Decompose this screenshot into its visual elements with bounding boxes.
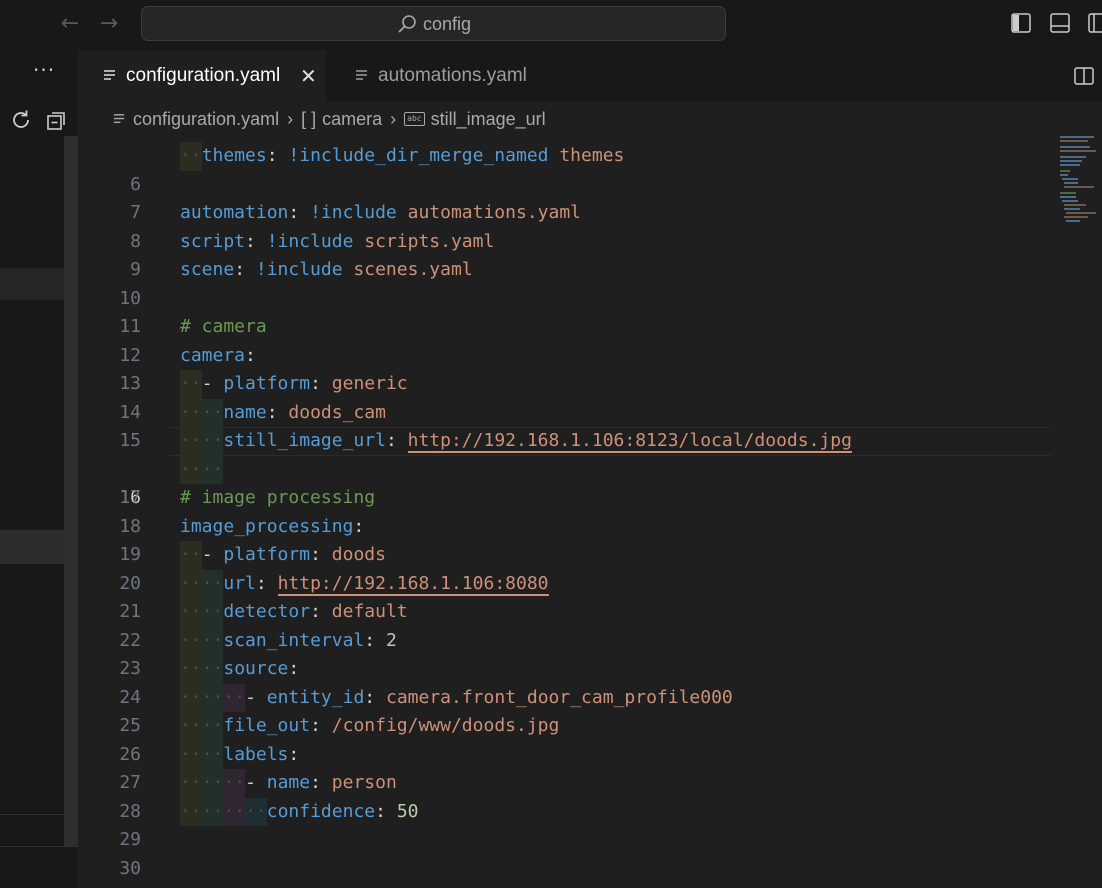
code-line[interactable]: 12 # camera xyxy=(78,313,1102,366)
array-icon: [ ] xyxy=(301,108,317,129)
title-bar: ← → config xyxy=(0,0,1102,50)
explorer-sidebar: ··· xyxy=(0,50,78,888)
tab-label: automations.yaml xyxy=(378,65,527,86)
collapse-all-icon[interactable] xyxy=(45,108,69,132)
close-icon[interactable]: ✕ xyxy=(300,64,317,88)
code-line[interactable]: 30 xyxy=(78,826,1102,879)
code-line[interactable]: 10 scene: !include scenes.yaml xyxy=(78,256,1102,309)
code-line[interactable]: 19 image_processing: xyxy=(78,513,1102,566)
tab-label: configuration.yaml xyxy=(126,65,281,86)
url-link[interactable]: http://192.168.1.106:8080 xyxy=(277,572,549,596)
toggle-primary-sidebar-icon[interactable] xyxy=(1010,12,1032,34)
breadcrumb-key[interactable]: abc still_image_url xyxy=(404,109,546,130)
code-line[interactable]: 14 ··- platform: generic xyxy=(78,370,1102,423)
file-lines-icon xyxy=(113,113,125,123)
search-icon xyxy=(398,15,416,33)
code-line[interactable]: 26 ····file_out: /config/www/doods.jpg xyxy=(78,712,1102,765)
command-center-search[interactable]: config xyxy=(141,6,726,41)
forward-arrow-icon[interactable]: → xyxy=(96,10,122,38)
code-line[interactable]: 20 ··- platform: doods xyxy=(78,541,1102,594)
code-line[interactable]: 23 ····scan_interval: 2 xyxy=(78,626,1102,679)
code-line[interactable]: 18 # image processing xyxy=(78,484,1102,537)
more-actions-icon[interactable]: ··· xyxy=(33,58,55,82)
code-line[interactable]: 15 ····name: doods_cam xyxy=(78,398,1102,451)
chevron-right-icon: › xyxy=(287,108,294,129)
chevron-right-icon: › xyxy=(390,108,397,129)
code-line[interactable]: 28 ······- name: person xyxy=(78,769,1102,822)
code-line[interactable]: 22 ····detector: default xyxy=(78,598,1102,651)
code-line[interactable]: 27 ····labels: xyxy=(78,740,1102,793)
sidebar-divider xyxy=(0,846,78,847)
code-line[interactable]: 8 automation: !include automations.yaml xyxy=(78,199,1102,252)
breadcrumb-section[interactable]: [ ] camera xyxy=(301,109,382,130)
string-property-icon: abc xyxy=(404,112,425,126)
code-line[interactable]: 24 ····source: xyxy=(78,655,1102,708)
tab-automations-yaml[interactable]: automations.yaml xyxy=(330,50,572,102)
split-editor-icon[interactable] xyxy=(1073,66,1095,86)
refresh-icon[interactable] xyxy=(9,108,33,132)
back-arrow-icon[interactable]: ← xyxy=(57,10,83,38)
code-editor[interactable]: 6 ··themes: !include_dir_merge_named the… xyxy=(78,136,1102,888)
code-line[interactable]: 29 ········confidence: 50 xyxy=(78,797,1102,850)
code-line[interactable]: 13 camera: xyxy=(78,342,1102,395)
toggle-secondary-sidebar-icon[interactable] xyxy=(1087,12,1102,34)
line-number: 31 xyxy=(78,883,141,888)
breadcrumb: configuration.yaml › [ ] camera › abc st… xyxy=(78,102,1102,136)
code-line[interactable]: 21 ····url: http://192.168.1.106:8080 xyxy=(78,569,1102,622)
code-line[interactable]: 11 xyxy=(78,285,1102,337)
file-lines-icon xyxy=(356,70,367,80)
code-line[interactable]: 25 ······- entity_id: camera.front_door_… xyxy=(78,683,1102,736)
sidebar-scrollbar[interactable] xyxy=(64,136,78,846)
toggle-panel-icon[interactable] xyxy=(1049,12,1071,34)
code-line[interactable]: 31 xyxy=(78,855,1102,888)
tab-bar: configuration.yaml ✕ automations.yaml xyxy=(78,50,1102,102)
tab-configuration-yaml[interactable]: configuration.yaml ✕ xyxy=(78,50,326,102)
code-line[interactable]: 6 ··themes: !include_dir_merge_named the… xyxy=(78,142,1102,195)
url-link[interactable]: http://192.168.1.106:8123/local/doods.jp… xyxy=(407,430,852,453)
code-line[interactable]: 7 xyxy=(78,171,1102,223)
file-lines-icon xyxy=(104,70,115,80)
sidebar-divider xyxy=(0,814,78,815)
code-line[interactable]: 17 ···· xyxy=(78,455,1102,508)
breadcrumb-file[interactable]: configuration.yaml xyxy=(112,109,279,130)
code-line[interactable]: 9 script: !include scripts.yaml xyxy=(78,228,1102,281)
search-text: config xyxy=(423,13,472,34)
minimap[interactable] xyxy=(1054,136,1102,226)
code-line-current[interactable]: 16 ····still_image_url: http://192.168.1… xyxy=(78,427,1102,508)
